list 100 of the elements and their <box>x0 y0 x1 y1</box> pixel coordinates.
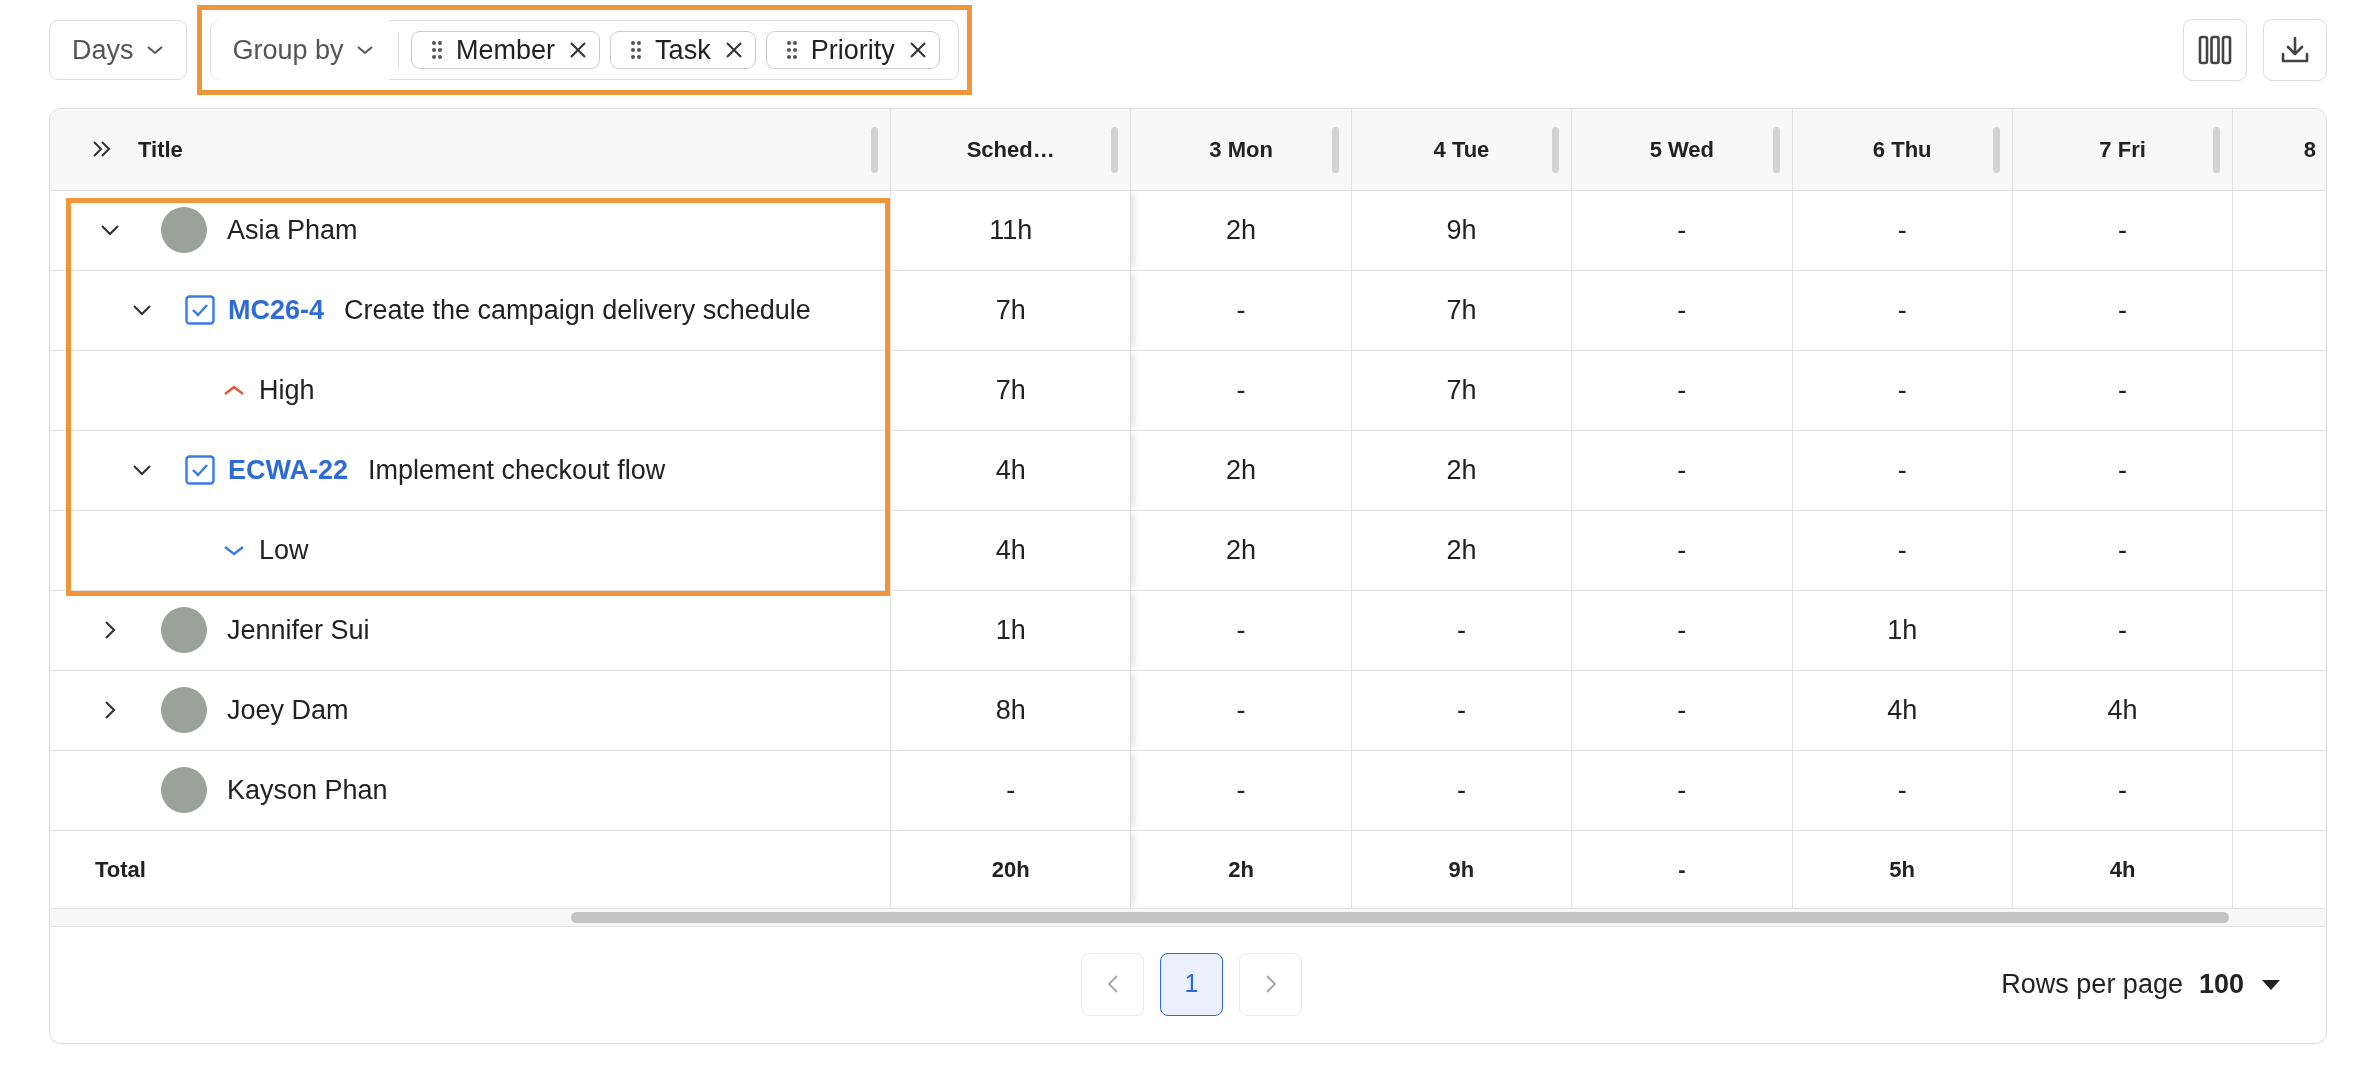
page-button[interactable]: 1 <box>1160 952 1223 1016</box>
hours-cell: 7h <box>1446 374 1477 405</box>
hours-cell: - <box>2118 214 2128 245</box>
drag-handle-icon[interactable] <box>631 41 642 59</box>
chevron-down-icon <box>355 45 374 55</box>
chevron-down-icon[interactable] <box>132 304 152 316</box>
hours-cell: 1h <box>1887 614 1918 645</box>
hours-cell: - <box>1236 774 1246 805</box>
hours-cell: - <box>1677 294 1687 325</box>
drag-handle-icon[interactable] <box>432 41 443 59</box>
hours-cell: - <box>2118 374 2128 405</box>
avatar <box>161 687 207 733</box>
hours-cell: - <box>1678 856 1686 882</box>
group-chip[interactable]: Priority <box>765 31 940 69</box>
hours-cell: 2h <box>1226 534 1257 565</box>
hours-cell: 2h <box>1226 214 1257 245</box>
hours-cell: 4h <box>1887 694 1918 725</box>
column-header[interactable]: 7 Fri <box>2099 136 2146 162</box>
column-resize-handle[interactable] <box>1111 127 1119 173</box>
hours-cell: 11h <box>989 214 1033 245</box>
member-name: Jennifer Sui <box>227 613 370 647</box>
hours-cell: - <box>1677 534 1687 565</box>
hours-cell: - <box>1006 774 1016 805</box>
task-key-link[interactable]: MC26-4 <box>228 289 325 331</box>
task-key-link[interactable]: ECWA-22 <box>228 449 349 491</box>
columns-icon <box>2198 35 2232 65</box>
chevron-down-icon[interactable] <box>100 224 120 236</box>
hours-cell: - <box>1677 454 1687 485</box>
group-chip[interactable]: Task <box>610 31 756 69</box>
column-header[interactable]: 5 Wed <box>1649 136 1714 162</box>
priority-label: High <box>259 373 315 407</box>
hours-cell: 4h <box>2109 856 2136 882</box>
horizontal-scrollbar[interactable] <box>571 911 2229 923</box>
column-resize-handle[interactable] <box>1772 127 1780 173</box>
member-name: Asia Pham <box>227 213 358 247</box>
hours-cell: - <box>2118 774 2128 805</box>
hours-cell: - <box>1897 374 1907 405</box>
hours-cell: - <box>1677 774 1687 805</box>
hours-cell: 1h <box>995 614 1026 645</box>
column-resize-handle[interactable] <box>2213 127 2221 173</box>
hours-cell: - <box>1456 774 1466 805</box>
hours-cell: - <box>1897 454 1907 485</box>
hours-cell: - <box>1236 694 1246 725</box>
download-button[interactable] <box>2263 19 2327 81</box>
close-icon[interactable] <box>569 41 588 59</box>
avatar <box>161 607 207 653</box>
hours-cell: - <box>2118 614 2128 645</box>
column-resize-handle[interactable] <box>1992 127 2000 173</box>
hours-cell: - <box>1236 374 1246 405</box>
column-header[interactable]: Sched… <box>966 136 1055 162</box>
chevron-right-icon <box>1264 974 1277 994</box>
chevron-left-icon <box>1106 974 1119 994</box>
column-resize-handle[interactable] <box>1552 127 1560 173</box>
hours-cell: - <box>1456 614 1466 645</box>
column-header[interactable]: 8 <box>2303 136 2316 162</box>
chevron-down-icon[interactable] <box>132 464 152 476</box>
columns-button[interactable] <box>2183 19 2247 81</box>
expand-all-icon[interactable] <box>92 140 112 159</box>
hours-cell: 7h <box>995 294 1026 325</box>
close-icon[interactable] <box>908 41 927 59</box>
column-header[interactable]: 6 Thu <box>1872 136 1932 162</box>
column-header[interactable]: 3 Mon <box>1209 136 1273 162</box>
rows-per-page-dropdown[interactable]: 100 <box>2198 964 2280 1005</box>
hours-cell: - <box>1677 214 1687 245</box>
column-resize-handle[interactable] <box>1331 127 1339 173</box>
checkbox-task-icon <box>185 455 215 485</box>
hours-cell: 7h <box>1446 294 1477 325</box>
hours-cell: 2h <box>1226 454 1257 485</box>
total-label: Total <box>94 856 146 882</box>
hours-cell: - <box>2118 294 2128 325</box>
days-dropdown[interactable]: Days <box>49 20 187 80</box>
checkbox-task-icon <box>185 295 215 325</box>
group-chip[interactable]: Member <box>411 31 601 69</box>
close-icon[interactable] <box>724 41 743 59</box>
hours-cell: 2h <box>1446 454 1477 485</box>
hours-cell: - <box>1897 534 1907 565</box>
hours-cell: 20h <box>991 856 1030 882</box>
column-resize-handle[interactable] <box>870 127 878 173</box>
hours-cell: - <box>1236 614 1246 645</box>
hours-cell: - <box>1897 214 1907 245</box>
hours-cell: 8h <box>995 694 1026 725</box>
chevron-right-icon[interactable] <box>104 700 116 720</box>
hours-cell: - <box>1236 294 1246 325</box>
priority-label: Low <box>259 533 309 567</box>
hours-cell: - <box>1677 374 1687 405</box>
column-header[interactable]: Title <box>138 132 183 166</box>
chevron-right-icon[interactable] <box>104 620 116 640</box>
hours-cell: 9h <box>1448 856 1475 882</box>
task-title: Create the campaign delivery schedule <box>344 293 811 327</box>
hours-cell: - <box>1677 614 1687 645</box>
download-icon <box>2280 35 2310 65</box>
column-header[interactable]: 4 Tue <box>1433 136 1490 162</box>
hours-cell: 4h <box>995 454 1026 485</box>
hours-cell: - <box>1897 774 1907 805</box>
task-title: Implement checkout flow <box>368 453 666 487</box>
caret-down-icon <box>2262 979 2280 990</box>
hours-cell: 4h <box>995 534 1026 565</box>
hours-cell: 7h <box>995 374 1026 405</box>
hours-cell: - <box>2118 534 2128 565</box>
drag-handle-icon[interactable] <box>786 41 797 59</box>
